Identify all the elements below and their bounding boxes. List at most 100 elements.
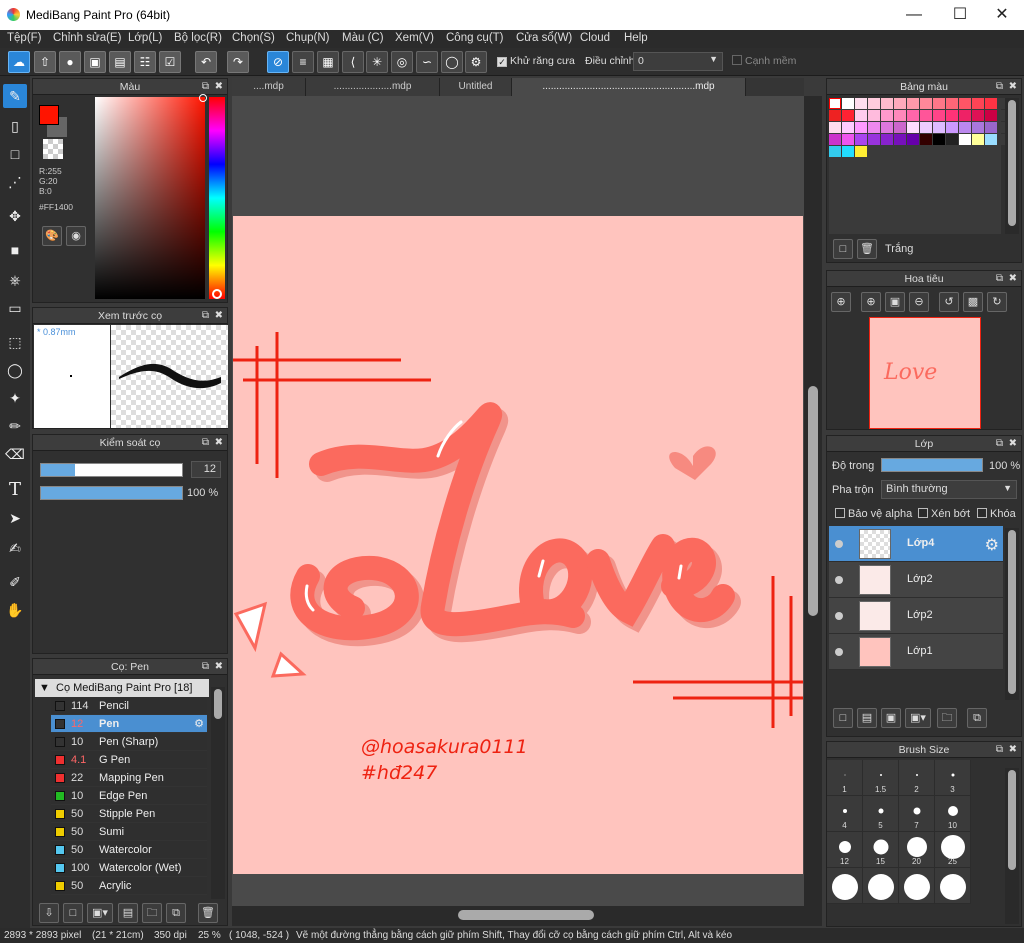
cloud-download-icon[interactable]: ⇩ <box>39 903 59 923</box>
duplicate-icon[interactable]: ⧉ <box>166 903 186 923</box>
brush-size-option[interactable]: 1 <box>827 760 863 796</box>
snap-curve-icon[interactable]: ∽ <box>416 51 438 73</box>
brush-size-option[interactable]: 7 <box>899 796 935 832</box>
operation-tool-icon[interactable]: ➤ <box>3 506 27 530</box>
undock-icon[interactable]: ⧉ <box>996 271 1003 287</box>
soft-edge-checkbox[interactable]: Cạnh mềm <box>732 55 796 67</box>
add-layer-menu-icon[interactable]: ▣▾ <box>905 708 931 728</box>
new-1bit-layer-icon[interactable]: ▣ <box>881 708 901 728</box>
palette-scrollbar[interactable] <box>1005 98 1019 234</box>
cloud-icon[interactable]: ☁ <box>8 51 30 73</box>
scroll-thumb[interactable] <box>458 910 594 920</box>
close-icon[interactable]: ✖ <box>215 308 223 324</box>
snap-radial-icon[interactable]: ✳ <box>366 51 388 73</box>
fill-rect-tool-icon[interactable]: ■ <box>3 238 27 262</box>
brush-item[interactable]: 100 Watercolor (Wet) <box>51 859 207 877</box>
folder-icon[interactable]: 🗀 <box>937 708 957 728</box>
visibility-icon[interactable] <box>835 540 843 548</box>
saturation-value-square[interactable] <box>95 97 205 299</box>
select-rect-tool-icon[interactable]: ⬚ <box>3 330 27 354</box>
maximize-button[interactable]: ☐ <box>938 0 982 30</box>
chat-icon[interactable]: ▣ <box>84 51 106 73</box>
brush-item[interactable]: 50 Watercolor <box>51 841 207 859</box>
blend-mode-select[interactable]: Bình thường ▼ <box>881 480 1017 499</box>
undock-icon[interactable]: ⧉ <box>202 79 209 95</box>
visibility-icon[interactable] <box>835 576 843 584</box>
menu-window[interactable]: Cửa sổ(W) <box>516 32 572 44</box>
tab-document-2[interactable]: .....................mdp <box>306 78 440 96</box>
brush-size-option[interactable]: 5 <box>863 796 899 832</box>
snap-perspective-icon[interactable]: ⟨ <box>342 51 364 73</box>
brush-size-option[interactable]: 1.5 <box>863 760 899 796</box>
new-palette-icon[interactable]: □ <box>833 239 853 259</box>
brush-item[interactable]: 10 Pen (Sharp) <box>51 733 207 751</box>
zoom-in-icon[interactable]: ⊕ <box>861 292 881 312</box>
rectangle-tool-icon[interactable]: □ <box>3 142 27 166</box>
menu-tools[interactable]: Công cụ(T) <box>446 32 504 44</box>
brush-item[interactable]: 114 Pencil <box>51 697 207 715</box>
tab-document-1[interactable]: ....mdp <box>232 78 306 96</box>
redo-icon[interactable]: ↷ <box>227 51 249 73</box>
collapse-icon[interactable]: ▼ <box>39 682 50 694</box>
color-cursor[interactable] <box>199 94 207 102</box>
menu-view[interactable]: Xem(V) <box>395 32 434 44</box>
hand-tool-icon[interactable]: ✋ <box>3 598 27 622</box>
menu-filter[interactable]: Bộ lọc(R) <box>174 32 222 44</box>
close-icon[interactable]: ✖ <box>1009 79 1017 95</box>
gear-icon[interactable]: ⚙ <box>985 535 999 555</box>
folder-icon[interactable]: 🗀 <box>142 903 162 923</box>
duplicate-layer-icon[interactable]: ⧉ <box>967 708 987 728</box>
brush-item-selected[interactable]: 12 Pen ⚙ <box>51 715 207 733</box>
brush-size-option[interactable]: 15 <box>863 832 899 868</box>
transparent-color-swatch[interactable] <box>43 139 63 159</box>
close-icon[interactable]: ✖ <box>215 659 223 675</box>
new-halftone-layer-icon[interactable]: ▤ <box>857 708 877 728</box>
layers-scrollbar[interactable] <box>1005 528 1019 700</box>
menu-cloud[interactable]: Cloud <box>580 32 610 44</box>
close-button[interactable]: ✕ <box>980 0 1024 30</box>
navigator-thumbnail[interactable]: Love <box>869 317 981 429</box>
snap-circle-icon[interactable]: ◎ <box>391 51 413 73</box>
undock-icon[interactable]: ⧉ <box>996 742 1003 758</box>
brush-settings-icon[interactable]: ▤ <box>118 903 138 923</box>
new-brush-icon[interactable]: □ <box>63 903 83 923</box>
clipping-checkbox[interactable]: Xén bớt <box>918 508 970 520</box>
color-picker-icon[interactable]: ◉ <box>66 226 86 246</box>
flip-icon[interactable]: ▩ <box>963 292 983 312</box>
visibility-icon[interactable] <box>835 648 843 656</box>
brush-size-option[interactable] <box>899 868 935 904</box>
brush-size-option[interactable]: 10 <box>935 796 971 832</box>
scroll-thumb[interactable] <box>1008 100 1016 226</box>
bucket-tool-icon[interactable]: ⎈ <box>3 268 27 292</box>
menu-file[interactable]: Tệp(F) <box>7 32 42 44</box>
layer-row[interactable]: Lớp2 <box>829 598 1003 634</box>
layer-row[interactable]: Lớp2 <box>829 562 1003 598</box>
gear-icon[interactable]: ⚙ <box>194 715 204 733</box>
snap-settings-icon[interactable]: ⚙ <box>465 51 487 73</box>
antialias-checkbox[interactable]: ✓ Khử răng cưa <box>497 55 575 67</box>
palette-icon[interactable]: 🎨 <box>42 226 62 246</box>
palette-swatches[interactable] <box>829 98 1010 234</box>
zoom-out-icon[interactable]: ⊖ <box>909 292 929 312</box>
close-icon[interactable]: ✖ <box>1009 742 1017 758</box>
menu-edit[interactable]: Chỉnh sửa(E) <box>53 32 121 44</box>
brush-size-option[interactable] <box>935 868 971 904</box>
menu-color[interactable]: Màu (C) <box>342 32 384 44</box>
brush-group-header[interactable]: ▼ Cọ MediBang Paint Pro [18] <box>35 679 209 697</box>
scroll-thumb[interactable] <box>1008 530 1016 694</box>
undock-icon[interactable]: ⧉ <box>202 435 209 451</box>
lock-checkbox[interactable]: Khóa <box>977 508 1016 520</box>
brush-size-option[interactable]: 12 <box>827 832 863 868</box>
protect-alpha-checkbox[interactable]: Bảo vệ alpha <box>835 508 912 520</box>
comment-icon[interactable]: ● <box>59 51 81 73</box>
brush-item[interactable]: 10 Edge Pen <box>51 787 207 805</box>
brush-size-input[interactable]: 12 <box>191 461 221 478</box>
layer-row-selected[interactable]: Lớp4 ⚙ <box>829 526 1003 562</box>
undock-icon[interactable]: ⧉ <box>996 436 1003 452</box>
menu-layer[interactable]: Lớp(L) <box>128 32 162 44</box>
select-eraser-tool-icon[interactable]: ⌫ <box>3 442 27 466</box>
brush-size-option[interactable]: 20 <box>899 832 935 868</box>
new-layer-icon[interactable]: □ <box>833 708 853 728</box>
trash-icon[interactable]: 🗑 <box>857 239 877 259</box>
close-icon[interactable]: ✖ <box>215 435 223 451</box>
